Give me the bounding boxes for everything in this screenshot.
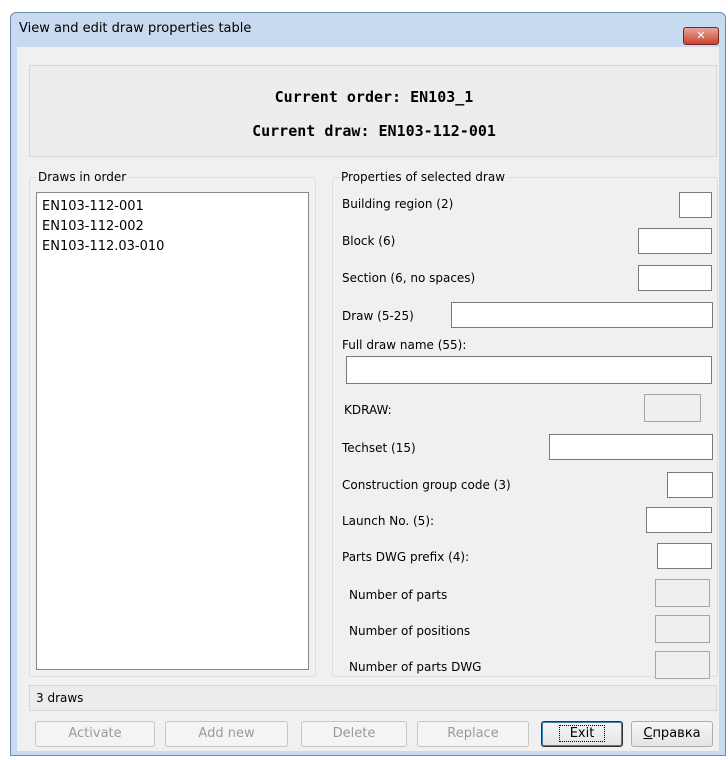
number-of-positions-value xyxy=(655,615,710,643)
construction-group-label: Construction group code (3) xyxy=(342,478,511,492)
techset-label: Techset (15) xyxy=(342,441,416,455)
exit-button-label: Exit xyxy=(558,725,606,742)
properties-group: Properties of selected draw Building reg… xyxy=(332,170,718,679)
list-item[interactable]: EN103-112-001 xyxy=(42,197,303,217)
launch-no-field[interactable] xyxy=(646,507,712,533)
delete-button[interactable]: Delete xyxy=(301,721,407,747)
help-button[interactable]: Справка xyxy=(631,721,713,747)
add-new-button[interactable]: Add new xyxy=(165,721,288,747)
current-info-panel: Current order: EN103_1 Current draw: EN1… xyxy=(29,65,717,157)
exit-button[interactable]: Exit xyxy=(541,721,623,747)
block-field[interactable] xyxy=(638,228,712,254)
number-of-parts-value xyxy=(655,579,710,607)
parts-dwg-prefix-label: Parts DWG prefix (4): xyxy=(342,550,470,564)
parts-dwg-prefix-field[interactable] xyxy=(657,543,712,569)
draws-in-order-legend: Draws in order xyxy=(36,170,129,184)
full-draw-name-field[interactable] xyxy=(346,356,712,384)
draw-label: Draw (5-25) xyxy=(342,309,414,323)
current-order-text: Current order: EN103_1 xyxy=(274,88,474,106)
list-item[interactable]: EN103-112.03-010 xyxy=(42,237,303,257)
draws-listbox[interactable]: EN103-112-001 EN103-112-002 EN103-112.03… xyxy=(36,192,309,670)
draws-in-order-group: Draws in order EN103-112-001 EN103-112-0… xyxy=(29,170,316,677)
construction-group-field[interactable] xyxy=(667,472,713,498)
section-label: Section (6, no spaces) xyxy=(342,271,476,285)
techset-field[interactable] xyxy=(549,434,713,460)
number-of-parts-dwg-value xyxy=(655,651,710,679)
kdraw-label: KDRAW: xyxy=(344,403,392,417)
dialog-client-area: Current order: EN103_1 Current draw: EN1… xyxy=(17,47,719,751)
help-button-label: правка xyxy=(652,726,701,741)
building-region-field[interactable] xyxy=(679,192,712,218)
building-region-label: Building region (2) xyxy=(342,197,454,211)
kdraw-value xyxy=(644,394,701,422)
close-icon: ✕ xyxy=(696,29,706,42)
list-item[interactable]: EN103-112-002 xyxy=(42,217,303,237)
launch-no-label: Launch No. (5): xyxy=(342,514,435,528)
status-bar: 3 draws xyxy=(29,685,717,711)
activate-button[interactable]: Activate xyxy=(35,721,155,747)
block-label: Block (6) xyxy=(342,234,396,248)
window-title: View and edit draw properties table xyxy=(19,21,252,36)
number-of-positions-label: Number of positions xyxy=(349,624,471,638)
title-bar: View and edit draw properties table ✕ xyxy=(11,13,725,47)
section-field[interactable] xyxy=(638,265,712,291)
close-button[interactable]: ✕ xyxy=(683,27,719,45)
number-of-parts-label: Number of parts xyxy=(349,588,448,602)
current-draw-text: Current draw: EN103-112-001 xyxy=(252,122,496,140)
draws-count-text: 3 draws xyxy=(36,691,84,705)
draw-field[interactable] xyxy=(451,302,713,328)
replace-button[interactable]: Replace xyxy=(417,721,529,747)
number-of-parts-dwg-label: Number of parts DWG xyxy=(349,660,482,674)
properties-legend: Properties of selected draw xyxy=(339,170,508,184)
dialog-window: View and edit draw properties table ✕ Cu… xyxy=(10,12,726,756)
full-draw-name-label: Full draw name (55): xyxy=(342,338,467,352)
